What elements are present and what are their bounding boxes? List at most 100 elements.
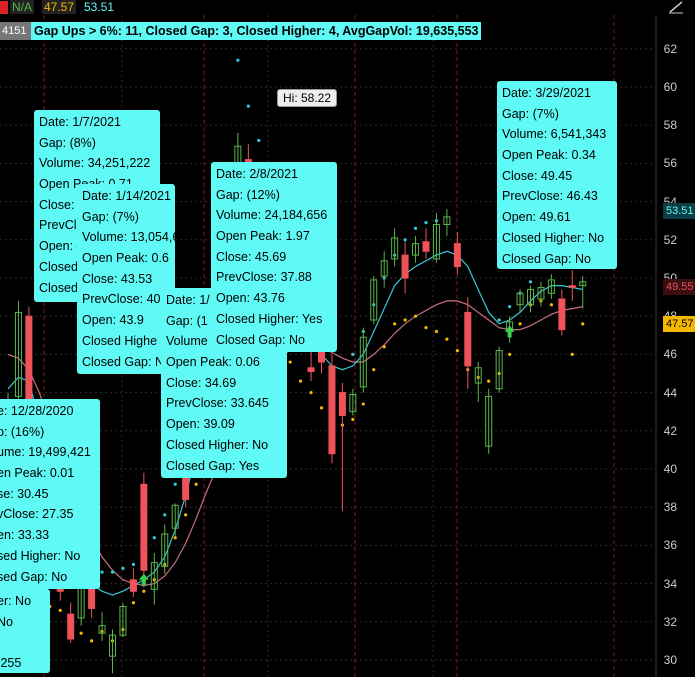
lower-band-dot — [90, 639, 94, 643]
tooltip-line: e: 12/28/2020 — [0, 404, 74, 418]
upper-band-dot — [163, 513, 167, 517]
tooltip-3-29-2021: Date: 3/29/2021 Gap: (7%) Volume: 6,541,34… — [497, 81, 617, 269]
tooltip-line: Gap: (7%) — [502, 106, 559, 121]
tooltip-line: en: 33.33 — [0, 528, 50, 543]
tooltip-2-8-2021: Date: 2/8/2021 Gap: (12%) Volume: 24,184,6… — [211, 162, 337, 352]
tooltip-line: PrevClose: 40 — [82, 292, 161, 307]
axis-price-label: 47.57 — [663, 316, 695, 333]
tooltip-line: Closed Gap: N — [82, 354, 164, 369]
upper-band-dot — [351, 352, 355, 356]
tooltip-line: .255 — [0, 656, 22, 671]
lower-band-dot — [413, 314, 418, 318]
tooltip-line: Closed Gap: Yes — [166, 458, 260, 473]
lower-band-dot — [518, 322, 522, 326]
candle-body — [328, 365, 336, 455]
lower-band-dot — [309, 391, 313, 395]
y-tick-label: 40 — [663, 462, 677, 476]
tooltip-line: Open: 43.76 — [216, 291, 285, 306]
lower-band-dot — [79, 631, 83, 635]
tooltip-line: vClose: 27.35 — [0, 507, 74, 522]
symbol-tag: 4151 — [0, 22, 32, 40]
tooltip-line: PrevClose: 37.88 — [216, 270, 312, 285]
candle-body — [338, 392, 346, 417]
tooltip-line: Close: 34.69 — [166, 375, 237, 390]
upper-band-dot — [100, 570, 104, 574]
lower-band-dot — [131, 601, 135, 605]
tooltip-line: ume: 19,499,421 — [0, 445, 91, 460]
tooltip-line: sed Higher: No — [0, 548, 81, 563]
high-label: Hi: 58.22 — [277, 89, 338, 107]
upper-band-dot — [110, 570, 115, 574]
tooltip-line: Date: 3/29/2021 — [502, 86, 591, 100]
header-price-orange: 47.57 — [42, 0, 77, 14]
tooltip-line: Open Peak: 1.97 — [216, 229, 310, 244]
candle-body — [558, 298, 566, 331]
lower-band-dot — [351, 417, 355, 421]
lower-band-dot — [549, 303, 554, 307]
lower-band-dot — [319, 406, 324, 410]
trend-line-icon[interactable] — [668, 0, 686, 18]
y-tick-label: 46 — [663, 347, 677, 362]
y-tick-label: 32 — [663, 614, 677, 629]
tooltip-line: er: No — [0, 594, 32, 608]
tooltip-line: Open Peak: 0.6 — [82, 251, 169, 266]
tooltip-line: p: (16%) — [0, 424, 45, 439]
lower-band-dot — [487, 379, 491, 383]
tooltip-left-fragment: er: No No .255 — [0, 589, 50, 673]
upper-band-dot — [152, 536, 156, 540]
tooltip-line: Gap: (7%) — [82, 209, 139, 224]
header-bar: N/A 47.57 53.51 — [0, 0, 683, 16]
tooltip-line: Open: 43.9 — [82, 313, 144, 328]
lower-band-dot — [288, 360, 292, 364]
tooltip-line: Open Peak: 0.06 — [166, 355, 260, 370]
candle-body — [464, 311, 472, 367]
lower-band-dot — [299, 379, 303, 383]
y-tick-label: 56 — [663, 156, 677, 171]
y-tick-label: 44 — [663, 385, 677, 400]
lower-band-dot — [424, 326, 428, 330]
tooltip-line: Closed Higher: No — [166, 437, 269, 452]
lower-band-dot — [570, 352, 574, 356]
upper-band-dot — [257, 138, 261, 143]
header-price-cyan: 53.51 — [84, 0, 115, 14]
upper-band-dot — [528, 280, 533, 284]
tooltip-line: en Peak: 0.01 — [0, 466, 75, 481]
tooltip-line: Close: 49.45 — [502, 168, 573, 183]
lower-band-dot — [142, 589, 146, 593]
upper-band-dot — [424, 221, 428, 225]
upper-band-dot — [403, 238, 407, 242]
y-tick-label: 38 — [663, 500, 677, 515]
na-label: N/A — [10, 0, 35, 14]
tooltip-line: Gap: (12%) — [216, 187, 280, 202]
chart-window: N/A 47.57 53.51 4151 Gap Ups > 6%: 11, C… — [0, 0, 695, 677]
lower-band-dot — [382, 345, 386, 349]
tooltip-line: Date: 1/14/2021 — [82, 189, 171, 203]
lower-band-dot — [361, 402, 365, 406]
axis-price-label: 49.55 — [663, 278, 695, 295]
lower-band-dot — [455, 348, 459, 353]
tooltip-line: sed Gap: No — [0, 569, 68, 584]
upper-band-dot — [413, 226, 418, 230]
status-red-dot — [0, 1, 8, 14]
gap-summary-banner: Gap Ups > 6%: 11, Closed Gap: 3, Closed … — [31, 22, 482, 40]
lower-band-dot — [508, 352, 512, 356]
y-tick-label: 52 — [663, 232, 677, 247]
upper-band-dot — [131, 562, 135, 567]
candle-body — [67, 613, 75, 640]
tooltip-line: Closed Highe — [82, 333, 158, 348]
tooltip-line: Gap: (8%) — [39, 135, 96, 150]
upper-band-dot — [497, 318, 501, 322]
lower-band-dot — [184, 513, 188, 517]
upper-band-dot — [246, 104, 250, 108]
lower-band-dot — [58, 608, 62, 612]
tooltip-line: Volume: 6,541,343 — [502, 127, 607, 142]
lower-band-dot — [194, 482, 198, 486]
candle-body — [307, 367, 315, 373]
candle-body — [140, 483, 148, 571]
lower-band-dot — [581, 322, 585, 326]
tooltip-line: Date: 1/7/2021 — [39, 115, 122, 129]
tooltip-line — [0, 632, 45, 653]
tooltip-line: PrevClose: 46.43 — [502, 189, 598, 204]
candle-body — [182, 476, 190, 501]
tooltip-line: No — [0, 614, 13, 629]
